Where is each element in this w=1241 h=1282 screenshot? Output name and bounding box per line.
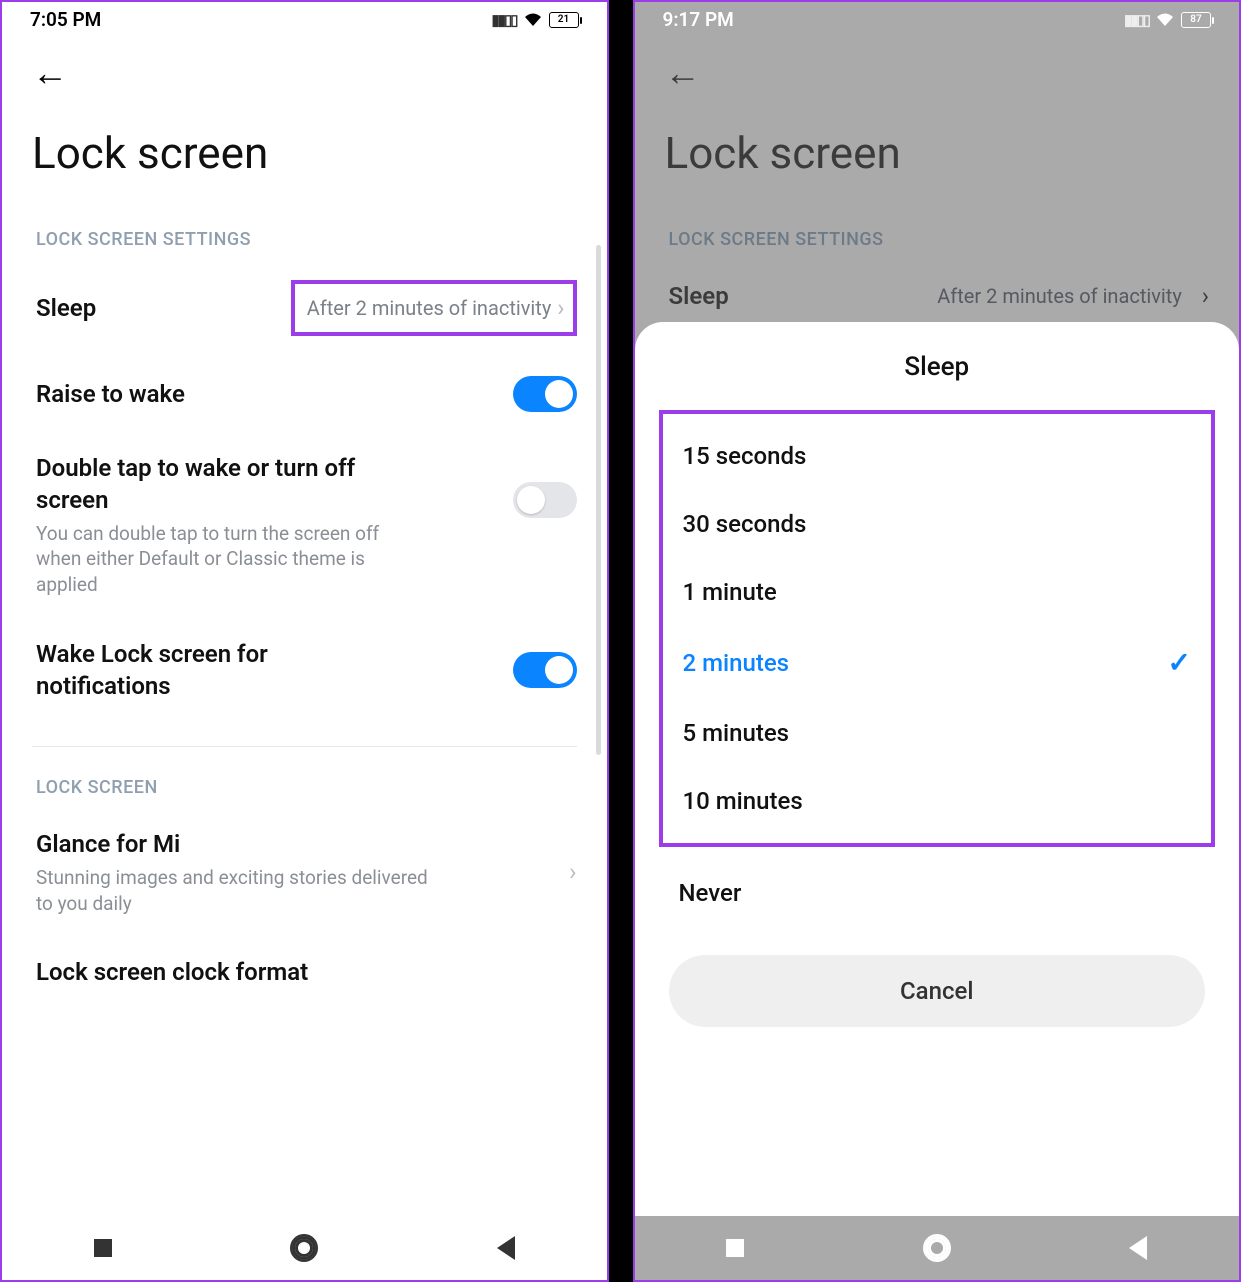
setting-sleep[interactable]: Sleep After 2 minutes of inactivity › (2, 260, 607, 356)
option-label: 30 seconds (683, 510, 807, 538)
option-label: 1 minute (683, 578, 777, 606)
sheet-title: Sleep (635, 352, 1240, 382)
system-nav-bar (2, 1216, 607, 1280)
home-button[interactable] (254, 1236, 354, 1260)
option-10m[interactable]: 10 minutes (663, 767, 1212, 835)
signal-icon: ▮▮▯▯ (1124, 11, 1149, 29)
status-icons: ▮▮▯▯ 87 (1124, 11, 1211, 29)
option-label: 5 minutes (683, 719, 790, 747)
setting-wake-lock[interactable]: Wake Lock screen for notifications (2, 618, 607, 723)
sleep-value: After 2 minutes of inactivity (307, 296, 552, 320)
option-5m[interactable]: 5 minutes (663, 699, 1212, 767)
scrollbar[interactable] (596, 245, 601, 755)
setting-glance[interactable]: Glance for Mi Stunning images and exciti… (2, 808, 607, 936)
battery-icon: 87 (1181, 12, 1211, 28)
sleep-sheet: Sleep 15 seconds 30 seconds 1 minute 2 m… (635, 322, 1240, 1280)
option-label: 10 minutes (683, 787, 803, 815)
setting-raise-to-wake[interactable]: Raise to wake (2, 356, 607, 432)
signal-icon: ▮▮▯▯ (491, 11, 516, 29)
wifi-icon (523, 12, 543, 28)
sleep-label: Sleep (669, 280, 924, 312)
option-30s[interactable]: 30 seconds (663, 490, 1212, 558)
wakelock-toggle[interactable] (513, 652, 577, 688)
doubletap-toggle[interactable] (513, 482, 577, 518)
left-screenshot: 7:05 PM ▮▮▯▯ 21 ← Lock screen LOCK SCREE… (0, 0, 609, 1282)
chevron-right-icon: › (569, 858, 576, 886)
divider (32, 746, 577, 747)
glance-desc: Stunning images and exciting stories del… (36, 865, 436, 916)
check-icon: ✓ (1168, 646, 1191, 679)
arrow-left-icon: ← (32, 52, 68, 94)
sleep-value-highlight: After 2 minutes of inactivity › (291, 280, 577, 336)
doubletap-desc: You can double tap to turn the screen of… (36, 521, 396, 598)
option-15s[interactable]: 15 seconds (663, 422, 1212, 490)
raise-toggle[interactable] (513, 376, 577, 412)
status-bar: 9:17 PM ▮▮▯▯ 87 (635, 2, 1240, 35)
overview-button[interactable] (685, 1239, 785, 1257)
sleep-value: After 2 minutes of inactivity (937, 284, 1182, 308)
arrow-left-icon: ← (665, 52, 701, 94)
setting-clock-format[interactable]: Lock screen clock format (2, 936, 607, 994)
chevron-right-icon: › (1202, 282, 1209, 310)
wifi-icon (1155, 12, 1175, 28)
back-button[interactable]: ← (2, 35, 607, 101)
home-button[interactable] (887, 1236, 987, 1260)
page-title: Lock screen (2, 101, 607, 199)
glance-label: Glance for Mi (36, 828, 436, 860)
sleep-options-highlight: 15 seconds 30 seconds 1 minute 2 minutes… (659, 410, 1216, 847)
section-lock-screen: LOCK SCREEN (2, 771, 607, 808)
section-lock-settings: LOCK SCREEN SETTINGS (635, 199, 1240, 260)
option-1m[interactable]: 1 minute (663, 558, 1212, 626)
content: ← Lock screen LOCK SCREEN SETTINGS Sleep… (2, 35, 607, 1280)
page-title: Lock screen (635, 101, 1240, 199)
back-button[interactable]: ← (635, 35, 1240, 101)
option-never[interactable]: Never (635, 859, 1240, 927)
clockformat-label: Lock screen clock format (36, 956, 577, 988)
option-label: 2 minutes (683, 649, 790, 677)
back-nav-button[interactable] (456, 1236, 556, 1260)
right-screenshot: 9:17 PM ▮▮▯▯ 87 ← Lock screen LOCK SCREE… (633, 0, 1241, 1282)
option-label: 15 seconds (683, 442, 807, 470)
raise-label: Raise to wake (36, 378, 499, 410)
battery-icon: 21 (549, 12, 579, 28)
back-nav-button[interactable] (1088, 1236, 1188, 1260)
setting-double-tap[interactable]: Double tap to wake or turn off screen Yo… (2, 432, 607, 618)
wakelock-label: Wake Lock screen for notifications (36, 638, 396, 703)
system-nav-bar (635, 1216, 1240, 1280)
status-icons: ▮▮▯▯ 21 (491, 11, 578, 29)
chevron-right-icon: › (557, 294, 564, 322)
status-time: 9:17 PM (663, 8, 734, 31)
option-2m[interactable]: 2 minutes ✓ (663, 626, 1212, 699)
status-bar: 7:05 PM ▮▮▯▯ 21 (2, 2, 607, 35)
sleep-label: Sleep (36, 292, 277, 324)
status-time: 7:05 PM (30, 8, 101, 31)
doubletap-label: Double tap to wake or turn off screen (36, 452, 396, 517)
overview-button[interactable] (53, 1239, 153, 1257)
cancel-button[interactable]: Cancel (669, 955, 1206, 1027)
section-lock-settings: LOCK SCREEN SETTINGS (2, 199, 607, 260)
